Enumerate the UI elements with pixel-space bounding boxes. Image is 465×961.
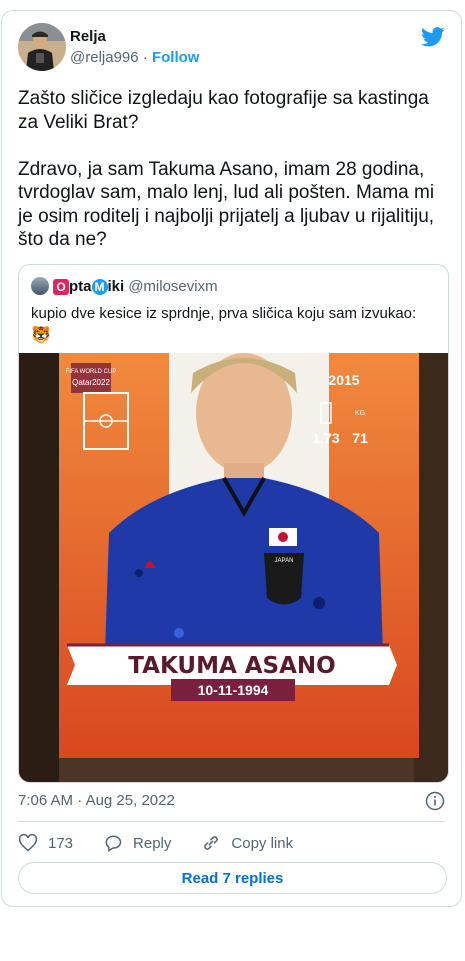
like-count: 173: [48, 834, 74, 852]
svg-text:1,73: 1,73: [312, 430, 339, 446]
divider: [18, 821, 445, 822]
info-icon[interactable]: [425, 791, 445, 811]
tweet-timestamp[interactable]: 7:06 AM · Aug 25, 2022: [18, 792, 175, 809]
author-handle-row: @relja996 · Follow: [70, 49, 199, 66]
like-button[interactable]: 173: [18, 833, 73, 853]
tiger-emoji-icon: 🐯: [31, 327, 51, 344]
quoted-author-handle: @milosevixm: [128, 277, 218, 295]
letter-m-badge: M: [91, 278, 108, 295]
read-replies-button[interactable]: Read 7 replies: [18, 862, 447, 894]
tweet-card: Relja @relja996 · Follow Zašto sličice i…: [1, 10, 462, 907]
sticker-photo: JAPAN FIFA WORLD CUP Qatar2022 2015 1,73…: [19, 353, 448, 782]
svg-text:2015: 2015: [328, 372, 359, 388]
svg-text:JAPAN: JAPAN: [275, 558, 294, 564]
quoted-tweet-header: Opta Miki @milosevixm: [31, 277, 218, 295]
quoted-tweet-image[interactable]: JAPAN FIFA WORLD CUP Qatar2022 2015 1,73…: [19, 353, 448, 782]
reply-button[interactable]: Reply: [103, 833, 171, 853]
author-name[interactable]: Relja: [70, 28, 106, 45]
quoted-author-avatar: [31, 277, 49, 295]
follow-button[interactable]: Follow: [152, 49, 200, 66]
svg-text:71: 71: [352, 430, 368, 446]
svg-text:TAKUMA ASANO: TAKUMA ASANO: [128, 653, 335, 679]
reply-icon: [105, 835, 122, 852]
svg-text:Qatar2022: Qatar2022: [72, 378, 110, 387]
tweet-actions: 173 Reply Copy link: [18, 833, 323, 853]
svg-text:10-11-1994: 10-11-1994: [198, 682, 269, 698]
letter-o-badge: O: [53, 278, 69, 295]
author-handle[interactable]: @relja996: [70, 49, 139, 66]
twitter-bird-icon[interactable]: [421, 27, 445, 47]
copy-link-button[interactable]: Copy link: [201, 833, 293, 853]
author-avatar[interactable]: [18, 23, 66, 71]
heart-icon: [18, 833, 38, 852]
quoted-tweet-text: kupio dve kesice iz sprdnje, prva sličic…: [31, 305, 417, 322]
svg-text:FIFA WORLD CUP: FIFA WORLD CUP: [66, 369, 117, 375]
handle-separator: ·: [142, 49, 148, 66]
tweet-text: Zašto sličice izgledaju kao fotografije …: [18, 88, 435, 250]
quoted-author-name: Opta Miki: [53, 278, 124, 295]
link-icon: [204, 836, 219, 850]
quoted-tweet[interactable]: Opta Miki @milosevixm kupio dve kesice iz…: [18, 264, 449, 783]
svg-text:KG: KG: [355, 410, 365, 417]
